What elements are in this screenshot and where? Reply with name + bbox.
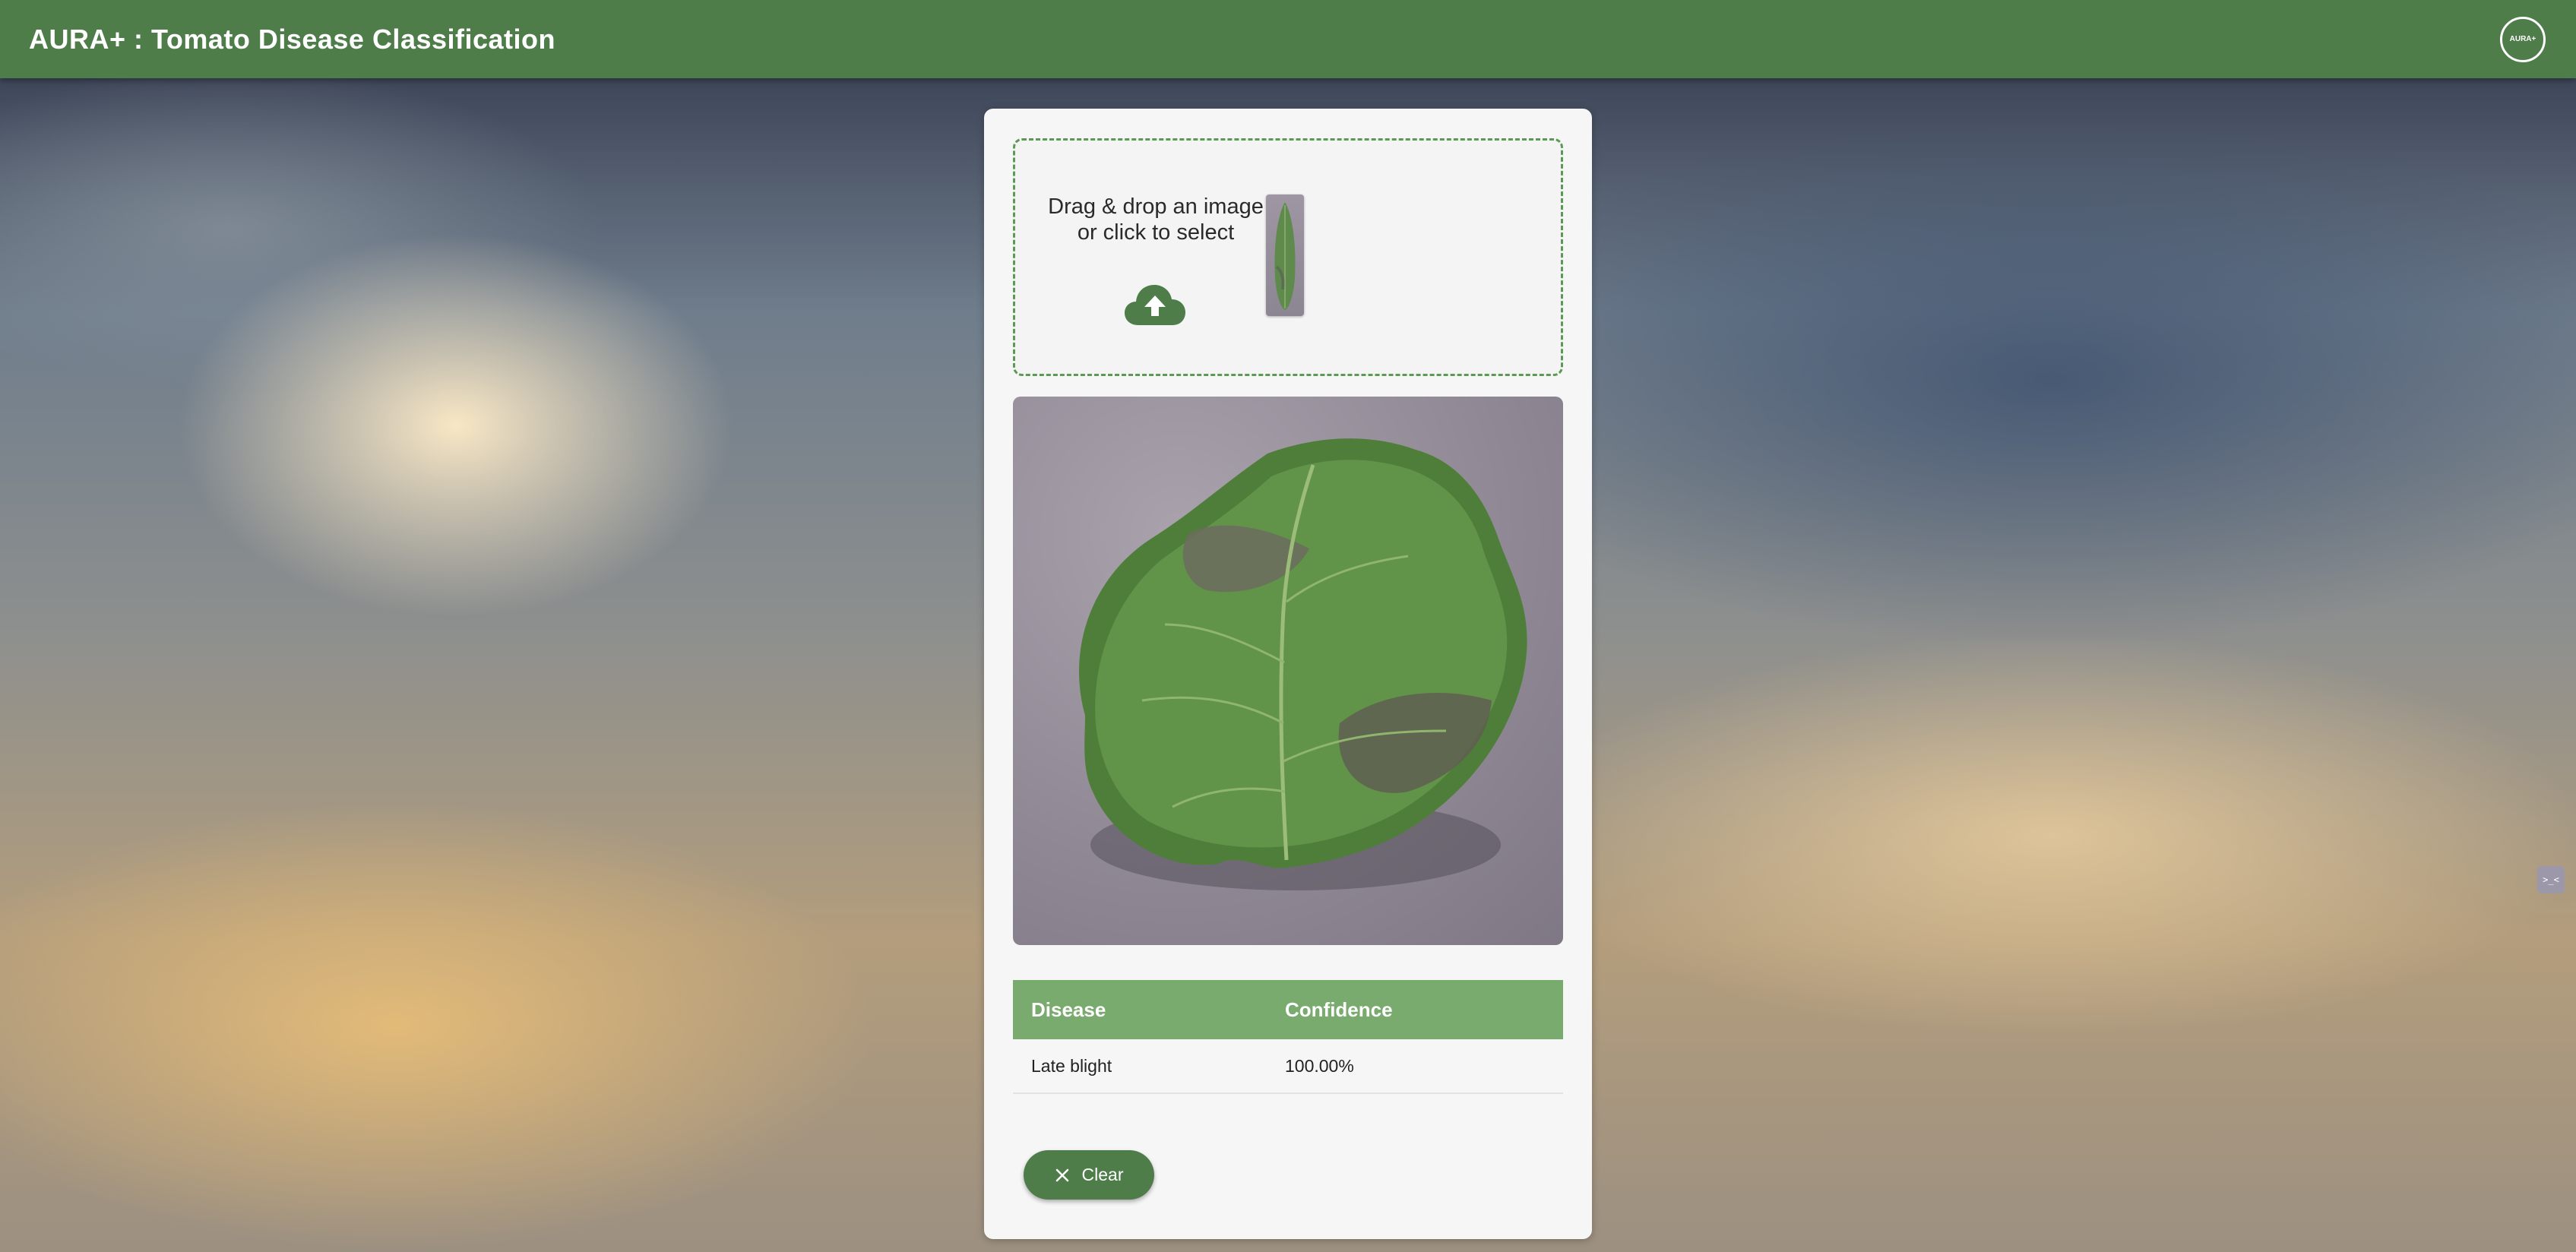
classification-card: Drag & drop an image or click to select: [984, 109, 1592, 1239]
dropzone-prompt-line2: or click to select: [1077, 220, 1235, 245]
column-header-disease: Disease: [1013, 980, 1267, 1039]
leaf-image-preview: [1013, 397, 1563, 945]
disease-cell: Late blight: [1013, 1039, 1267, 1094]
dropzone-prompt: Drag & drop an image or click to select: [1038, 194, 1274, 245]
close-icon: [1055, 1168, 1068, 1181]
clear-button[interactable]: Clear: [1024, 1150, 1154, 1200]
logo-text: AURA+: [2509, 35, 2536, 43]
side-widget-label: >_<: [2543, 874, 2559, 885]
dropzone-prompt-line1: Drag & drop an image: [1048, 194, 1264, 219]
aura-logo-badge[interactable]: AURA+: [2500, 16, 2546, 62]
confidence-cell: 100.00%: [1267, 1039, 1563, 1094]
column-header-confidence: Confidence: [1267, 980, 1563, 1039]
results-table: Disease Confidence Late blight 100.00%: [1013, 980, 1563, 1094]
side-assistant-widget[interactable]: >_<: [2537, 866, 2565, 893]
uploaded-image-thumbnail: [1266, 194, 1304, 316]
results-header-row: Disease Confidence: [1013, 980, 1563, 1039]
clear-button-label: Clear: [1081, 1165, 1124, 1184]
image-dropzone[interactable]: Drag & drop an image or click to select: [1013, 138, 1563, 376]
app-title: AURA+ : Tomato Disease Classification: [29, 23, 556, 55]
cloud-upload-icon: [1125, 285, 1185, 325]
top-app-bar: AURA+ : Tomato Disease Classification AU…: [0, 0, 2576, 78]
table-row: Late blight 100.00%: [1013, 1039, 1563, 1094]
